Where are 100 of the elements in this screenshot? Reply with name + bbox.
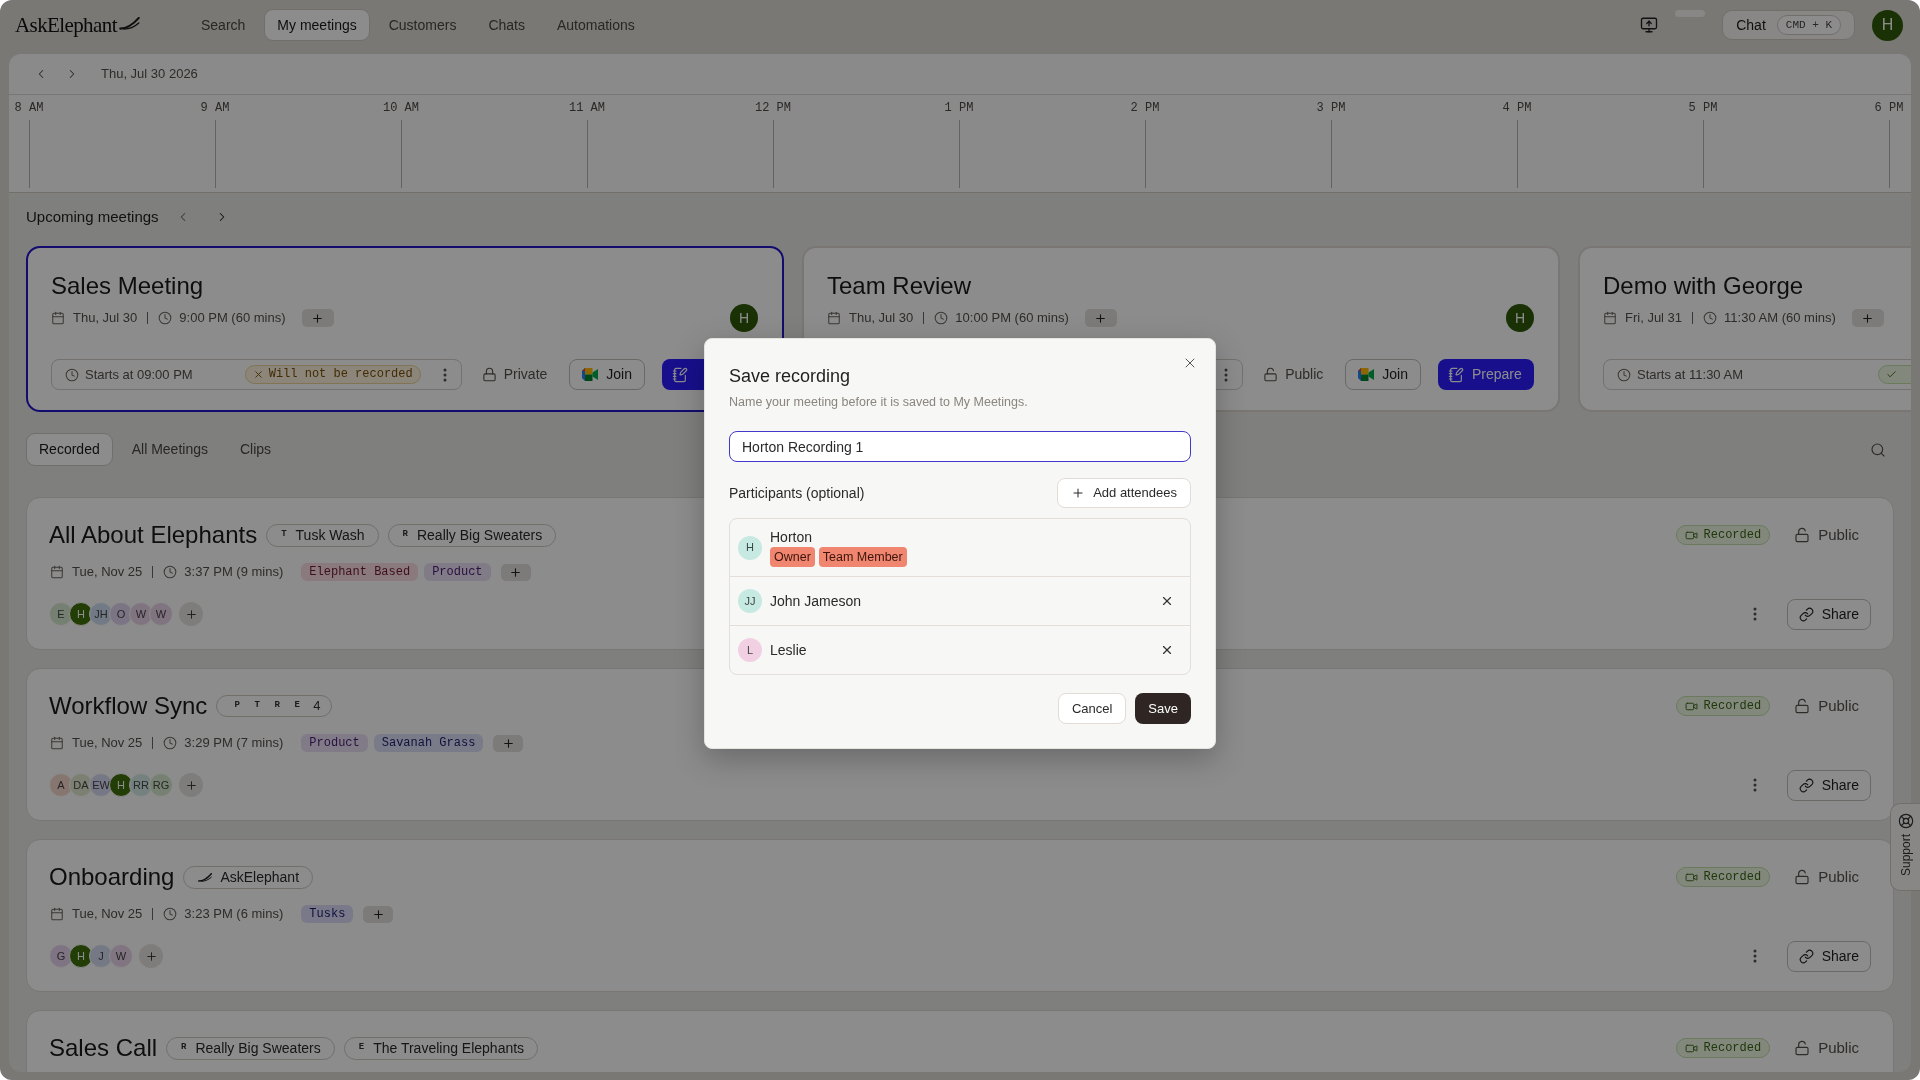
meeting-title: Sales Meeting	[51, 271, 205, 301]
meeting-date: Tue, Nov 25	[72, 905, 143, 924]
meeting-date: Thu, Jul 30	[849, 309, 914, 328]
participant-avatar: A	[49, 773, 73, 797]
participant-name: John Jameson	[770, 592, 862, 610]
nav-tab[interactable]: My meetings	[264, 9, 370, 41]
screen-share-button[interactable]	[1640, 16, 1659, 34]
participant-avatar: JH	[89, 602, 113, 626]
meeting-time: 3:23 PM (6 mins)	[184, 905, 284, 924]
remove-participant-button[interactable]	[1160, 594, 1174, 608]
participant-name: Horton	[770, 528, 814, 546]
recording-title: All About Elephants	[49, 520, 258, 550]
nav-tab[interactable]: Customers	[375, 9, 470, 41]
plus-icon	[509, 565, 523, 579]
logo-wordmark: AskElephant	[15, 13, 117, 37]
add-button[interactable]	[301, 309, 334, 327]
nav-tab[interactable]: Automations	[544, 9, 648, 41]
privacy-button[interactable]: Public	[1263, 364, 1324, 385]
privacy-button[interactable]: Public	[1782, 519, 1871, 551]
link-icon	[1798, 606, 1814, 622]
save-button[interactable]: Save	[1135, 693, 1191, 724]
calendar-icon	[50, 736, 64, 750]
link-icon	[1798, 777, 1814, 793]
chat-button[interactable]: Chat CMD + K	[1722, 10, 1855, 40]
add-attendees-button[interactable]: Add attendees	[1057, 478, 1191, 508]
clock-icon	[163, 907, 178, 921]
check-icon	[1886, 369, 1897, 380]
share-button[interactable]: Share	[1786, 598, 1871, 630]
hour-label: 8 AM	[14, 100, 44, 116]
meeting-date: Tue, Nov 25	[72, 734, 143, 753]
role-tag: Owner	[770, 547, 815, 567]
team-initial: R	[181, 1041, 187, 1055]
status-label: Recorded	[1703, 869, 1762, 886]
add-button[interactable]	[1084, 309, 1117, 327]
add-tag-button[interactable]	[363, 905, 394, 923]
share-button[interactable]: Share	[1786, 940, 1871, 972]
plus-icon	[184, 778, 198, 792]
participant-avatar: JJ	[738, 589, 762, 613]
recording-name-input[interactable]: Horton Recording 1	[729, 431, 1191, 462]
support-tab[interactable]: Support	[1890, 803, 1920, 891]
privacy-button[interactable]: Public	[1782, 690, 1871, 722]
keyboard-shortcut: CMD + K	[1776, 15, 1841, 35]
search-button[interactable]	[1870, 441, 1886, 458]
add-participant-button[interactable]	[179, 602, 203, 626]
remove-participant-button[interactable]	[1160, 643, 1174, 657]
unlocked-lock-icon	[1263, 367, 1279, 382]
participant-avatar: H	[69, 944, 93, 968]
prepare-button[interactable]: Prepare	[1438, 359, 1534, 390]
plus-icon	[501, 736, 515, 750]
add-participant-button[interactable]	[139, 944, 163, 968]
meeting-time: 10:00 PM (60 mins)	[955, 309, 1069, 328]
clock-icon	[65, 367, 79, 382]
status-label: Recorded	[1703, 527, 1762, 544]
recording-status-label: Will not be recorded	[268, 366, 413, 383]
privacy-button[interactable]: Private	[481, 364, 548, 385]
nav-tab[interactable]: Search	[188, 9, 259, 41]
join-button[interactable]: Join	[1345, 359, 1421, 390]
filter-tab[interactable]: Clips	[226, 433, 285, 466]
plus-icon	[371, 907, 385, 921]
team-name: AskElephant	[220, 867, 300, 887]
team-initial: R	[273, 699, 281, 713]
filter-tab[interactable]: Recorded	[26, 433, 113, 466]
notebook-pen-icon	[1448, 366, 1464, 383]
unlocked-lock-icon	[1794, 869, 1811, 885]
x-icon	[252, 369, 264, 380]
add-participant-button[interactable]	[179, 773, 203, 797]
participant-avatar: W	[109, 944, 133, 968]
unlocked-lock-icon	[1794, 527, 1811, 543]
status-label: Recorded	[1703, 1040, 1762, 1057]
participant-avatar: O	[109, 602, 133, 626]
monitor-upload-icon	[1640, 16, 1659, 34]
add-button[interactable]	[1851, 309, 1884, 327]
plus-icon	[311, 311, 325, 325]
filter-tab[interactable]: All Meetings	[118, 433, 221, 466]
privacy-button[interactable]: Public	[1782, 861, 1871, 893]
plus-icon	[144, 949, 158, 963]
team-initial: T	[281, 528, 287, 542]
section-title: Upcoming meetings	[26, 206, 159, 227]
team-name: The Traveling Elephants	[373, 1038, 525, 1058]
add-tag-button[interactable]	[493, 734, 524, 752]
calendar-icon	[51, 311, 65, 325]
status-label: Recorded	[1703, 698, 1762, 715]
user-avatar: H	[1872, 9, 1903, 41]
clock-icon	[934, 311, 949, 325]
add-tag-button[interactable]	[500, 563, 531, 581]
plus-icon	[1861, 311, 1875, 325]
unlocked-lock-icon	[1794, 698, 1811, 714]
nav-tab[interactable]: Chats	[475, 9, 538, 41]
start-time: Starts at 09:00 PM	[85, 365, 193, 384]
hour-label: 6 PM	[1874, 100, 1904, 116]
calendar-icon	[50, 907, 64, 921]
participant-avatar: W	[129, 602, 153, 626]
calendar-icon	[50, 565, 64, 579]
recording-title: Onboarding	[49, 862, 175, 892]
join-button[interactable]: Join	[569, 359, 645, 390]
team-name: Really Big Sweaters	[416, 525, 543, 545]
topic-tag: Savanah Grass	[373, 734, 484, 752]
share-button[interactable]: Share	[1786, 769, 1871, 801]
cancel-button[interactable]: Cancel	[1057, 693, 1127, 724]
privacy-button[interactable]: Public	[1782, 1032, 1871, 1064]
